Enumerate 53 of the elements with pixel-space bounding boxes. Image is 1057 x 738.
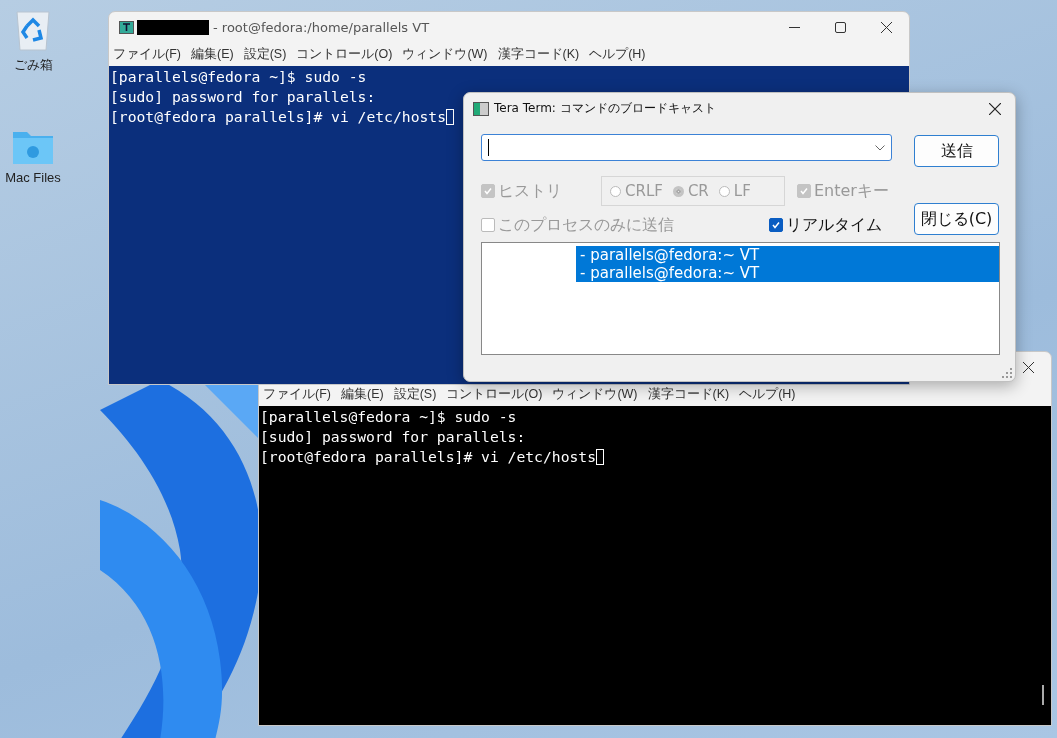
app-icon xyxy=(473,101,489,116)
close-icon[interactable] xyxy=(989,102,1001,115)
desktop-icon-label[interactable]: ごみ箱 xyxy=(13,56,53,74)
menu-item[interactable]: ヘルプ(H) xyxy=(585,46,650,63)
close-button[interactable]: 閉じる(C) xyxy=(914,203,999,235)
menu-item[interactable]: ウィンドウ(W) xyxy=(548,386,642,403)
list-item[interactable]: - parallels@fedora:~ VT xyxy=(576,246,999,264)
menu-item[interactable]: 漢字コード(K) xyxy=(643,386,734,403)
send-button[interactable]: 送信 xyxy=(914,135,999,167)
menu-item[interactable]: ファイル(F) xyxy=(259,386,335,403)
list-item[interactable]: - parallels@fedora:~ VT xyxy=(576,264,999,282)
chevron-down-icon[interactable] xyxy=(875,144,885,151)
checkbox-label: Enterキー xyxy=(814,180,889,202)
scrollbar-thumb[interactable] xyxy=(1042,685,1044,705)
check-icon xyxy=(483,186,493,196)
terminal-line: [parallels@fedora ~]$ sudo -s xyxy=(260,407,517,427)
dialog-title: Tera Term: コマンドのブロードキャスト xyxy=(494,100,716,117)
close-icon[interactable] xyxy=(1023,362,1034,373)
terminal-line: [root@fedora parallels]# vi /etc/hosts xyxy=(110,107,447,127)
cursor xyxy=(446,109,455,125)
recycle-bin-icon[interactable] xyxy=(13,8,53,52)
maximize-icon[interactable] xyxy=(835,22,846,33)
terminal-icon xyxy=(119,21,134,34)
check-icon xyxy=(771,220,781,230)
cursor xyxy=(596,449,605,465)
checkbox[interactable] xyxy=(769,218,783,232)
terminal-line: [sudo] password for parallels: xyxy=(260,427,526,447)
menu-item[interactable]: 編集(E) xyxy=(336,386,388,403)
command-field[interactable] xyxy=(481,134,892,161)
menu-item[interactable]: ウィンドウ(W) xyxy=(398,46,492,63)
menu-item[interactable]: コントロール(O) xyxy=(442,386,547,403)
terminal-line: [sudo] password for parallels: xyxy=(110,87,376,107)
menu-item[interactable]: 設定(S) xyxy=(389,386,441,403)
menu-item[interactable]: ヘルプ(H) xyxy=(735,386,800,403)
menu-item[interactable]: ファイル(F) xyxy=(109,46,185,63)
redaction-bar xyxy=(137,20,209,35)
radio-label: LF xyxy=(733,182,751,200)
menu-item[interactable]: 編集(E) xyxy=(186,46,238,63)
close-icon[interactable] xyxy=(881,22,892,33)
menu-item[interactable]: 漢字コード(K) xyxy=(493,46,584,63)
menu-item[interactable]: 設定(S) xyxy=(239,46,291,63)
menu-item[interactable]: コントロール(O) xyxy=(292,46,397,63)
terminal-line: [root@fedora parallels]# vi /etc/hosts xyxy=(260,447,597,467)
resize-grip-icon[interactable] xyxy=(1002,368,1012,378)
checkbox-label: このプロセスのみに送信 xyxy=(498,214,674,236)
desktop-icon-label[interactable]: Mac Files xyxy=(5,170,61,185)
check-icon xyxy=(799,186,809,196)
radio-label: CRLF xyxy=(625,182,663,200)
radio-label: CR xyxy=(687,182,709,200)
window-title: - root@fedora:/home/parallels VT xyxy=(213,20,430,35)
checkbox-label: リアルタイム xyxy=(786,214,882,236)
checkbox-label: ヒストリ xyxy=(498,180,562,202)
terminal-line: [parallels@fedora ~]$ sudo -s xyxy=(110,67,367,87)
